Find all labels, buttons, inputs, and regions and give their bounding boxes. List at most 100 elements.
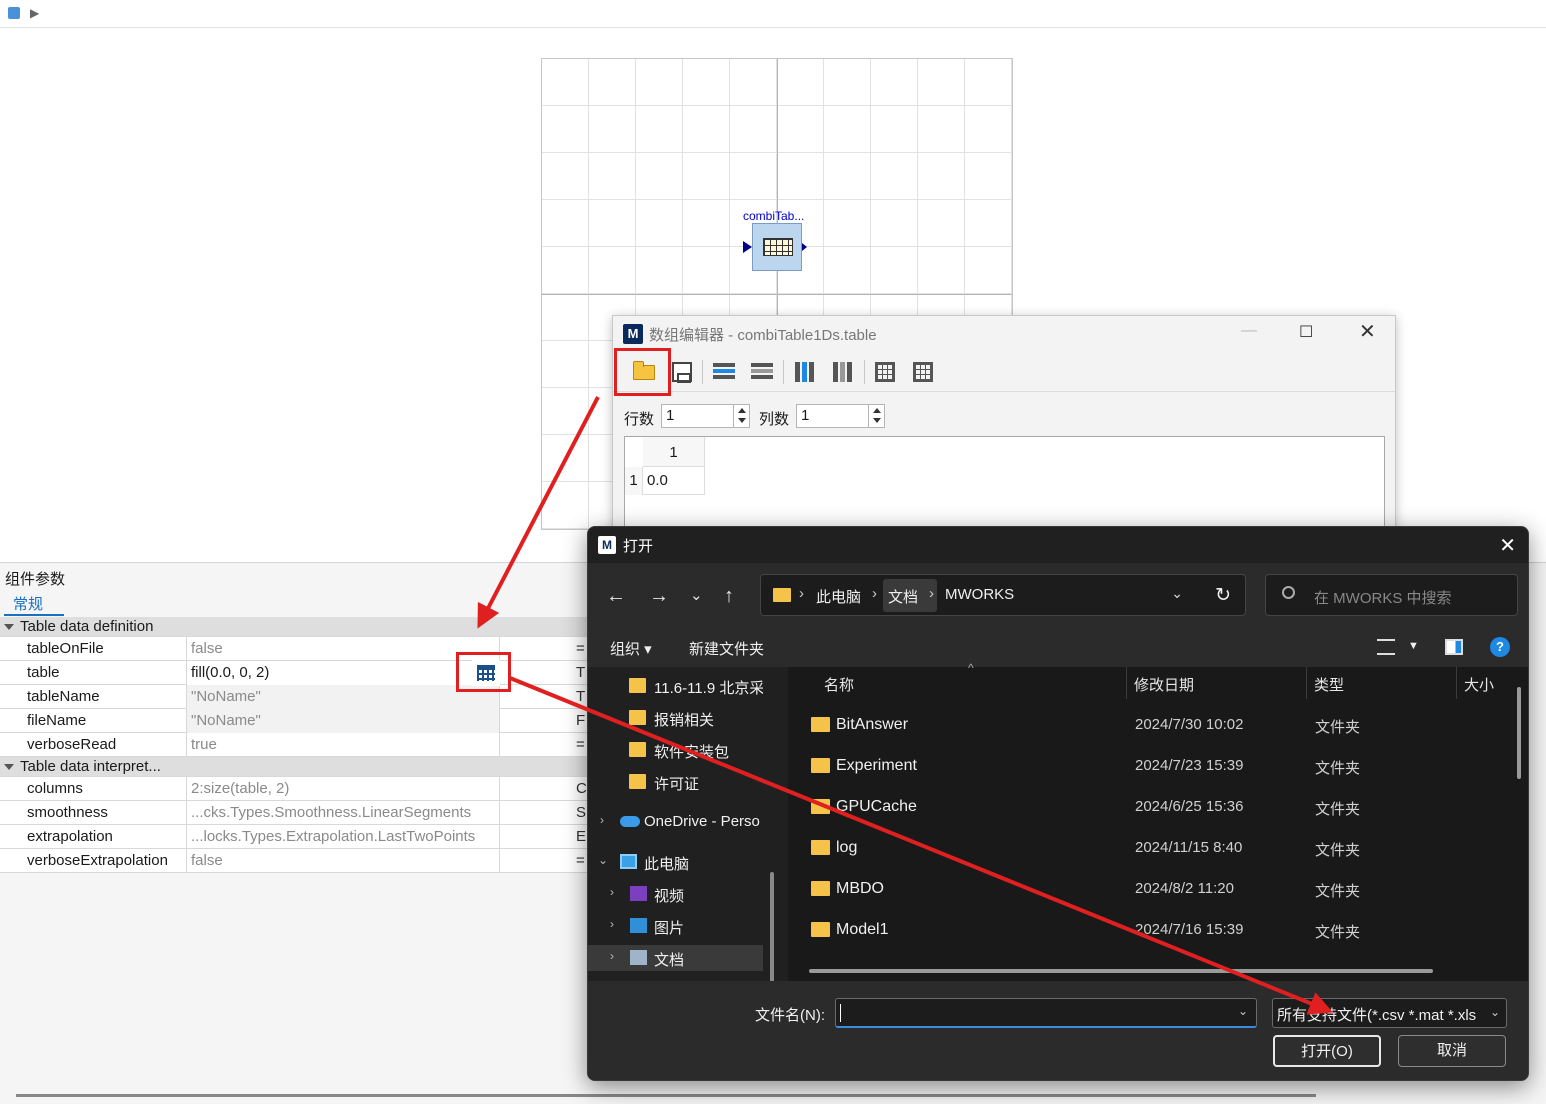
canvas-axis-horizontal (542, 294, 1012, 295)
open-button[interactable]: 打开(O) (1273, 1035, 1381, 1067)
dialog-titlebar[interactable]: M 打开 ✕ (588, 527, 1528, 563)
filetype-select[interactable]: 所有支持文件(*.csv *.mat *.xls ⌄ (1272, 998, 1507, 1028)
chevron-right-icon[interactable]: › (600, 813, 604, 827)
nav-item-documents[interactable]: › 文档 (588, 945, 763, 971)
combi-table-component[interactable] (752, 223, 802, 271)
chevron-right-icon[interactable]: › (610, 917, 614, 931)
horizontal-scrollbar[interactable] (16, 1094, 1316, 1097)
column-header-modified[interactable]: 修改日期 (1134, 674, 1194, 695)
search-input[interactable]: 在 MWORKS 中搜索 (1265, 574, 1518, 616)
param-value[interactable]: ...cks.Types.Smoothness.LinearSegments (186, 801, 500, 825)
insert-column-button[interactable] (792, 359, 818, 385)
tab-general[interactable]: 常规 (13, 593, 43, 614)
forward-arrow-icon[interactable]: → (649, 585, 669, 608)
preview-pane-icon[interactable] (1445, 639, 1463, 655)
param-value[interactable]: "NoName" (186, 709, 500, 733)
nav-item-folder-beijing[interactable]: 11.6-11.9 北京采 (588, 673, 763, 699)
nav-item-folder-license[interactable]: 许可证 (588, 769, 763, 795)
file-row[interactable]: GPUCache 2024/6/25 15:36 文件夹 (808, 787, 1508, 828)
file-modified: 2024/7/23 15:39 (1135, 757, 1244, 774)
file-list-vscrollbar[interactable] (1517, 687, 1521, 779)
column-header-name[interactable]: 名称 (824, 674, 854, 695)
file-row[interactable]: BitAnswer 2024/7/30 10:02 文件夹 (808, 705, 1508, 746)
chevron-right-icon[interactable]: › (610, 885, 614, 899)
cols-spinbox[interactable]: 1 (796, 404, 885, 428)
nav-item-videos[interactable]: › 视频 (588, 881, 763, 907)
nav-item-folder-reimbursement[interactable]: 报销相关 (588, 705, 763, 731)
toolbar-separator (864, 360, 865, 384)
param-value[interactable]: false (186, 849, 500, 873)
file-row[interactable]: MBDO 2024/8/2 11:20 文件夹 (808, 869, 1508, 910)
nav-item-onedrive[interactable]: › OneDrive - Perso (588, 809, 763, 835)
up-arrow-icon[interactable]: ↑ (724, 585, 734, 608)
delete-row-icon (751, 363, 773, 381)
refresh-icon[interactable]: ↻ (1215, 584, 1231, 607)
row-header[interactable]: 1 (625, 467, 643, 495)
breadcrumb-documents[interactable]: 文档 (888, 586, 918, 607)
cancel-button[interactable]: 取消 (1398, 1035, 1506, 1067)
recent-locations-icon[interactable]: ⌄ (690, 586, 703, 604)
breadcrumb-this-pc[interactable]: 此电脑 (816, 586, 861, 607)
breadcrumb-arrow-icon[interactable]: ▶ (30, 6, 39, 20)
column-separator[interactable] (1456, 667, 1457, 699)
file-row[interactable]: Experiment 2024/7/23 15:39 文件夹 (808, 746, 1508, 787)
param-value[interactable]: ...locks.Types.Extrapolation.LastTwoPoin… (186, 825, 500, 849)
help-icon[interactable]: ? (1490, 637, 1510, 657)
rows-label: 行数 (624, 411, 655, 428)
spin-arrows-icon[interactable] (733, 405, 749, 427)
param-value[interactable]: false (186, 637, 500, 661)
close-icon[interactable]: ✕ (1359, 319, 1376, 344)
component-label: combiTab... (743, 209, 805, 223)
output-port-icon[interactable] (802, 243, 807, 251)
input-port-icon[interactable] (743, 241, 752, 253)
editor-titlebar[interactable]: M 数组编辑器 - combiTable1Ds.table — ☐ ✕ (613, 316, 1395, 352)
close-icon[interactable]: ✕ (1499, 533, 1516, 558)
address-bar[interactable]: › 此电脑 › 文档 › MWORKS ⌄ ↻ (760, 574, 1246, 616)
column-separator[interactable] (1126, 667, 1127, 699)
chevron-down-icon[interactable]: ⌄ (1238, 1004, 1248, 1018)
file-list-hscrollbar[interactable] (809, 969, 1433, 973)
view-options-dropdown-icon[interactable]: ▼ (1408, 640, 1419, 652)
insert-row-button[interactable] (710, 359, 736, 385)
nav-item-pictures[interactable]: › 图片 (588, 913, 763, 939)
column-header-type[interactable]: 类型 (1314, 674, 1344, 695)
chevron-right-icon[interactable]: › (610, 949, 614, 963)
organize-button[interactable]: 组织 ▾ (610, 638, 652, 659)
model-cube-icon[interactable] (8, 7, 20, 19)
column-header-size[interactable]: 大小 (1464, 674, 1494, 695)
breadcrumb-mworks[interactable]: MWORKS (945, 586, 1014, 603)
view-list-icon[interactable] (1377, 639, 1395, 655)
save-button[interactable] (668, 359, 694, 385)
delete-column-button[interactable] (830, 359, 856, 385)
minimize-icon[interactable]: — (1241, 322, 1257, 340)
group-table-data-definition[interactable]: Table data definition (0, 617, 600, 637)
edit-table-button[interactable] (872, 359, 898, 385)
new-folder-button[interactable]: 新建文件夹 (689, 638, 764, 659)
clear-table-button[interactable] (910, 359, 936, 385)
group-table-data-interpretation[interactable]: Table data interpret... (0, 757, 600, 777)
collapse-triangle-icon[interactable] (4, 624, 14, 630)
param-value[interactable]: 2:size(table, 2) (186, 777, 500, 801)
chevron-down-icon[interactable]: ⌄ (598, 853, 608, 867)
back-arrow-icon[interactable]: ← (606, 585, 626, 608)
nav-scrollbar[interactable] (770, 872, 774, 982)
spin-arrows-icon[interactable] (868, 405, 884, 427)
delete-row-button[interactable] (748, 359, 774, 385)
param-value[interactable]: "NoName" (186, 685, 500, 709)
rows-spinbox[interactable]: 1 (661, 404, 750, 428)
column-header[interactable]: 1 (643, 437, 705, 467)
collapse-triangle-icon[interactable] (4, 764, 14, 770)
filename-input[interactable]: ⌄ (835, 998, 1257, 1028)
nav-item-this-pc[interactable]: ⌄ 此电脑 (588, 849, 763, 875)
maximize-icon[interactable]: ☐ (1299, 322, 1313, 342)
chevron-right-icon: › (872, 585, 877, 602)
chevron-down-icon[interactable]: ⌄ (1487, 1005, 1500, 1019)
chevron-down-icon[interactable]: ⌄ (1171, 585, 1183, 602)
grid-cell[interactable]: 0.0 (643, 467, 705, 495)
file-row[interactable]: log 2024/11/15 8:40 文件夹 (808, 828, 1508, 869)
column-separator[interactable] (1306, 667, 1307, 699)
param-value-table-input[interactable]: fill(0.0, 0, 2) (186, 661, 500, 685)
file-row[interactable]: Model1 2024/7/16 15:39 文件夹 (808, 910, 1508, 951)
param-value[interactable]: true (186, 733, 500, 757)
nav-item-folder-installers[interactable]: 软件安装包 (588, 737, 763, 763)
